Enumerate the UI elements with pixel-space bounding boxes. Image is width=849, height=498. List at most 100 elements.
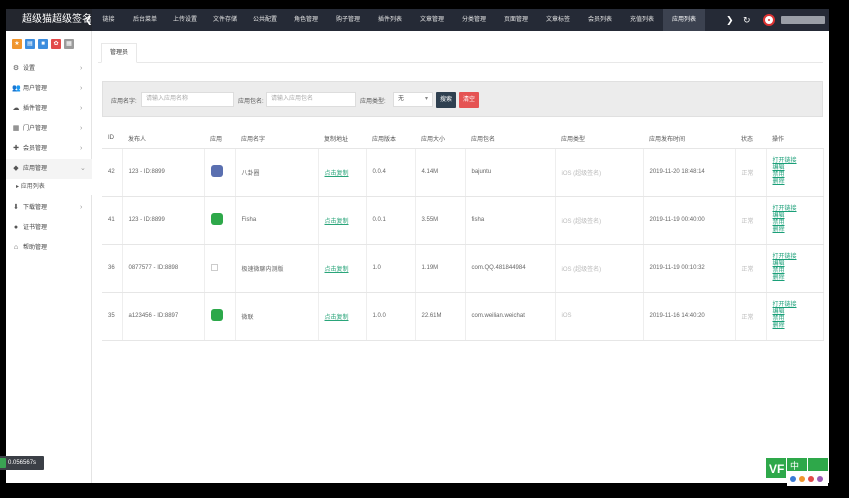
nav-tab-7[interactable]: 插件列表	[369, 9, 411, 31]
column-header[interactable]: 应用名字	[235, 129, 318, 149]
copy-link[interactable]: 点击复制	[325, 171, 349, 177]
lock-icon[interactable]: ✿	[51, 39, 61, 49]
nav-tab-12[interactable]: 会员列表	[579, 9, 621, 31]
action-link[interactable]: 打开链接	[773, 254, 823, 261]
app-icon	[210, 165, 223, 177]
action-link[interactable]: 删除	[773, 179, 823, 186]
app-name: 极速微聊内测版	[235, 244, 319, 293]
username-blurred[interactable]	[781, 16, 825, 24]
column-header[interactable]: 应用发布时间	[643, 129, 735, 149]
column-header[interactable]: 发布人	[122, 129, 204, 149]
sidebar-item-sidebar-menu-2[interactable]: ☁ 插件管理 ›	[6, 99, 92, 119]
search-button[interactable]: 搜索	[436, 92, 456, 108]
status-text: 正常	[735, 196, 767, 245]
column-header[interactable]: 应用类型	[555, 129, 643, 149]
action-link[interactable]: 禁用	[773, 172, 823, 179]
column-header[interactable]: 应用	[204, 129, 235, 149]
app-icon-cell	[204, 292, 236, 341]
app-icon-cell	[204, 196, 236, 245]
nav-tab-11[interactable]: 文章标签	[537, 9, 579, 31]
column-header[interactable]: 复制地址	[318, 129, 366, 149]
sidebar-item-label: 设置	[23, 66, 36, 72]
copy-link-cell: 点击复制	[318, 244, 367, 293]
app-name-input[interactable]: 请输入应用名称	[141, 92, 234, 107]
nav-tab-0[interactable]: 链接	[92, 9, 125, 31]
app-icon	[210, 263, 218, 271]
copy-link[interactable]: 点击复制	[325, 267, 349, 273]
square-icon[interactable]: ■	[38, 39, 48, 49]
column-header[interactable]: 应用大小	[415, 129, 465, 149]
action-link[interactable]: 删除	[773, 227, 823, 234]
top-nav-tabs: 链接 后台菜单 上传设置 文件存储 公共配置 角色管理 购子管理 插件列表 文章管理 分类管理 页面…	[92, 9, 705, 31]
corner-widget[interactable]: VF 中	[766, 456, 829, 488]
action-link[interactable]: 打开链接	[773, 206, 823, 213]
action-link[interactable]: 编辑	[773, 309, 823, 316]
action-link[interactable]: 编辑	[773, 165, 823, 172]
app-type-select[interactable]: 无 ▾	[393, 92, 433, 107]
nav-tab-9[interactable]: 分类管理	[453, 9, 495, 31]
action-link[interactable]: 编辑	[773, 261, 823, 268]
refresh-icon[interactable]: ↻	[743, 9, 751, 31]
nav-tab-6[interactable]: 购子管理	[327, 9, 369, 31]
action-link[interactable]: 打开链接	[773, 158, 823, 165]
nav-tab-3[interactable]: 文件存储	[205, 9, 245, 31]
publish-time: 2019-11-20 18:48:14	[643, 148, 736, 197]
app-type: iOS (超级签名)	[555, 196, 644, 245]
table-row: 41 123 - ID:8899 Fisha 点击复制 0.0.1 3.55M fisha i…	[102, 196, 824, 245]
leaf-icon	[0, 458, 6, 468]
app-package-input[interactable]: 请输入应用包名	[266, 92, 356, 107]
app-version: 0.0.1	[366, 196, 416, 245]
column-header[interactable]: ID	[102, 129, 122, 149]
sidebar-item-sidebar-menu-0[interactable]: ⚙ 设置 ›	[6, 59, 92, 79]
chevron-icon: ⌄	[80, 165, 86, 172]
sidebar-subitem-app-list[interactable]: ▸ 应用列表	[6, 179, 92, 195]
table-body: 42 123 - ID:8899 八卦圈 点击复制 0.0.4 4.14M bajuntu i…	[102, 148, 824, 341]
nav-tab-10[interactable]: 页面管理	[495, 9, 537, 31]
nav-tab-2[interactable]: 上传设置	[165, 9, 205, 31]
column-header[interactable]: 应用包名	[465, 129, 555, 149]
nav-tab-14[interactable]: 应用列表	[663, 9, 705, 31]
column-header[interactable]: 应用版本	[366, 129, 415, 149]
tab-admin[interactable]: 管理员	[101, 43, 138, 63]
grid-icon[interactable]: ▦	[64, 39, 74, 49]
chevron-icon: ›	[80, 145, 83, 152]
sidebar-item-sidebar-menu2-1[interactable]: ● 证书管理	[6, 218, 92, 238]
tab-bar: 管理员	[98, 43, 823, 63]
action-link[interactable]: 编辑	[773, 213, 823, 220]
row-id: 36	[102, 244, 123, 293]
column-header[interactable]: 操作	[766, 129, 823, 149]
sidebar-item-sidebar-menu2-0[interactable]: ⬇ 下载管理 ›	[6, 198, 92, 218]
action-link[interactable]: 禁用	[773, 220, 823, 227]
nav-tab-13[interactable]: 充值列表	[621, 9, 663, 31]
star-icon[interactable]: ★	[12, 39, 22, 49]
chevron-right-icon[interactable]: ❯	[726, 9, 734, 31]
column-header[interactable]: 状态	[735, 129, 766, 149]
action-link[interactable]: 删除	[773, 323, 823, 330]
sidebar-item-sidebar-menu-5[interactable]: ◆ 应用管理 ⌄	[6, 159, 92, 179]
nav-tab-5[interactable]: 角色管理	[285, 9, 327, 31]
sidebar-item-sidebar-menu-4[interactable]: ✚ 会员管理 ›	[6, 139, 92, 159]
sidebar-item-label: 证书管理	[23, 225, 48, 231]
file-icon[interactable]: ▤	[25, 39, 35, 49]
nav-tab-1[interactable]: 后台菜单	[125, 9, 165, 31]
avatar[interactable]	[763, 14, 775, 26]
nav-tab-4[interactable]: 公共配置	[245, 9, 285, 31]
top-navbar: 超级猫超级签名 ❮ 链接 后台菜单 上传设置 文件存储 公共配置 角色管理 购子管理 插件列表…	[6, 9, 829, 31]
clear-button[interactable]: 清空	[459, 92, 479, 108]
action-link[interactable]: 打开链接	[773, 302, 823, 309]
sidebar-item-label: 门户管理	[23, 126, 48, 132]
screen: 超级猫超级签名 ❮ 链接 后台菜单 上传设置 文件存储 公共配置 角色管理 购子管理 插件列表…	[0, 0, 849, 498]
status-text: 正常	[735, 292, 767, 341]
chevron-icon: ›	[80, 125, 83, 132]
action-link[interactable]: 禁用	[773, 268, 823, 275]
publisher: a123456 - ID:8897	[122, 292, 205, 341]
copy-link[interactable]: 点击复制	[325, 315, 349, 321]
sidebar-item-sidebar-menu2-2[interactable]: ⌂ 帮助管理	[6, 238, 92, 258]
action-link[interactable]: 删除	[773, 275, 823, 282]
nav-tab-8[interactable]: 文章管理	[411, 9, 453, 31]
action-link[interactable]: 禁用	[773, 316, 823, 323]
sidebar-item-sidebar-menu-1[interactable]: 👥 用户管理 ›	[6, 79, 92, 99]
sidebar-item-sidebar-menu-3[interactable]: ▦ 门户管理 ›	[6, 119, 92, 139]
app-type-value: 无	[398, 96, 405, 102]
copy-link[interactable]: 点击复制	[325, 219, 349, 225]
